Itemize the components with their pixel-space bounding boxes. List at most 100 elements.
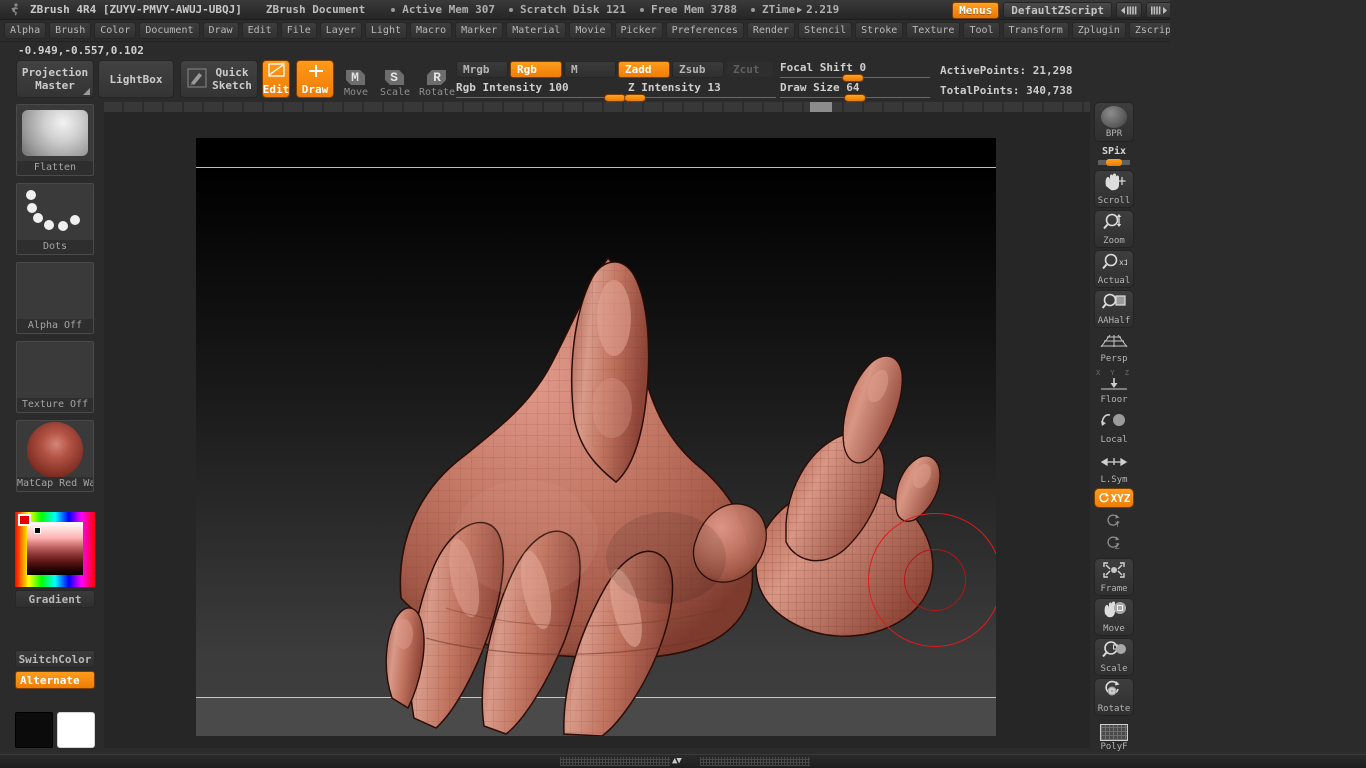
z-intensity-knob[interactable] bbox=[624, 94, 646, 102]
zadd-toggle[interactable]: Zadd bbox=[618, 61, 670, 78]
menu-item-macro[interactable]: Macro bbox=[410, 22, 453, 39]
rgb-toggle[interactable]: Rgb bbox=[510, 61, 562, 78]
alternate-button[interactable]: Alternate bbox=[15, 671, 95, 689]
zoom-button[interactable]: Zoom bbox=[1094, 210, 1134, 248]
xyz-label: XYZ bbox=[1110, 491, 1131, 505]
lightbox-button[interactable]: LightBox bbox=[98, 60, 174, 98]
projection-master-label-1: Projection bbox=[21, 66, 89, 79]
menu-item-document[interactable]: Document bbox=[139, 22, 200, 39]
scale-gizmo-button[interactable]: Scale bbox=[1094, 638, 1134, 676]
svg-text:x1: x1 bbox=[1119, 259, 1127, 268]
zsub-toggle[interactable]: Zsub bbox=[672, 61, 724, 78]
persp-button[interactable]: Persp bbox=[1094, 330, 1134, 366]
menu-item-render[interactable]: Render bbox=[746, 22, 795, 39]
texture-label: Texture Off bbox=[17, 398, 93, 412]
spix-slider[interactable] bbox=[1098, 159, 1130, 166]
material-swatch[interactable]: MatCap Red Wa bbox=[16, 420, 94, 492]
move-gizmo-button[interactable]: Move bbox=[1094, 598, 1134, 636]
color-picker[interactable] bbox=[15, 512, 95, 587]
move-icon: M bbox=[343, 67, 369, 87]
menu-item-draw[interactable]: Draw bbox=[202, 22, 239, 39]
z-intensity-slider[interactable]: Z Intensity 13 bbox=[624, 81, 776, 102]
floor-button[interactable]: X Y Z Floor bbox=[1094, 368, 1134, 406]
menu-item-texture[interactable]: Texture bbox=[906, 22, 961, 39]
m-toggle[interactable]: M bbox=[564, 61, 616, 78]
menu-item-transform[interactable]: Transform bbox=[1002, 22, 1069, 39]
menu-item-marker[interactable]: Marker bbox=[455, 22, 504, 39]
draw-size-slider[interactable]: Draw Size 64 bbox=[780, 81, 930, 102]
draw-button[interactable]: Draw bbox=[296, 60, 334, 98]
zcut-toggle[interactable]: Zcut bbox=[726, 61, 774, 78]
scroll-left-icon[interactable] bbox=[1116, 2, 1142, 18]
primary-color-swatch[interactable] bbox=[57, 712, 95, 748]
quick-sketch-label-1: Quick bbox=[215, 66, 249, 79]
gradient-button[interactable]: Gradient bbox=[15, 590, 95, 608]
scroll-right-icon[interactable] bbox=[1146, 2, 1172, 18]
rotate-mode-button[interactable]: R Rotate bbox=[416, 62, 458, 98]
bottom-resize-arrows-icon[interactable]: ▲▼ bbox=[672, 756, 682, 766]
bottom-grip-left[interactable] bbox=[560, 757, 670, 766]
rgb-intensity-slider[interactable]: Rgb Intensity 100 bbox=[456, 81, 626, 102]
rgb-intensity-track bbox=[456, 97, 616, 98]
polyf-button[interactable]: PolyF bbox=[1094, 720, 1134, 756]
texture-swatch[interactable]: Texture Off bbox=[16, 341, 94, 413]
brush-swatch[interactable]: Flatten bbox=[16, 104, 94, 176]
menu-item-preferences[interactable]: Preferences bbox=[665, 22, 744, 39]
alpha-swatch[interactable]: Alpha Off bbox=[16, 262, 94, 334]
menu-item-color[interactable]: Color bbox=[94, 22, 137, 39]
rotate-y-button[interactable]: Y bbox=[1094, 510, 1134, 532]
svg-text:Z: Z bbox=[1115, 543, 1120, 551]
stroke-swatch[interactable]: Dots bbox=[16, 183, 94, 255]
menus-button[interactable]: Menus bbox=[952, 1, 1000, 19]
xyz-symmetry-button[interactable]: XYZ bbox=[1094, 488, 1134, 508]
rotate-gizmo-label: Rotate bbox=[1097, 704, 1131, 714]
bpr-button[interactable]: BPR bbox=[1094, 102, 1134, 142]
lsym-label: L.Sym bbox=[1100, 475, 1128, 485]
aahalf-button[interactable]: AAHalf bbox=[1094, 290, 1134, 328]
document-scroll-thumb[interactable] bbox=[810, 102, 832, 112]
secondary-color-swatch[interactable] bbox=[15, 712, 53, 748]
quick-sketch-button[interactable]: Quick Sketch bbox=[180, 60, 258, 98]
scale-mode-button[interactable]: S Scale bbox=[377, 62, 413, 98]
right-panel: Clone Make PolyMesh3D Clone All SubTools… bbox=[1170, 0, 1366, 768]
menu-item-tool[interactable]: Tool bbox=[963, 22, 1000, 39]
menu-item-material[interactable]: Material bbox=[506, 22, 567, 39]
menu-item-picker[interactable]: Picker bbox=[614, 22, 663, 39]
switch-color-button[interactable]: SwitchColor bbox=[15, 650, 95, 668]
rgb-intensity-knob[interactable] bbox=[604, 94, 626, 102]
menu-item-movie[interactable]: Movie bbox=[569, 22, 612, 39]
projection-master-button[interactable]: Projection Master bbox=[16, 60, 94, 98]
menu-item-brush[interactable]: Brush bbox=[49, 22, 92, 39]
focal-shift-slider[interactable]: Focal Shift 0 bbox=[780, 61, 930, 82]
menu-item-edit[interactable]: Edit bbox=[241, 22, 278, 39]
menu-item-stroke[interactable]: Stroke bbox=[855, 22, 904, 39]
bottom-grip-right[interactable] bbox=[700, 757, 810, 766]
document-scroll-strip[interactable] bbox=[104, 102, 1090, 112]
menu-item-zplugin[interactable]: Zplugin bbox=[1071, 22, 1126, 39]
projection-master-label-2: Master bbox=[35, 79, 75, 92]
lsym-button[interactable]: L.Sym bbox=[1094, 455, 1134, 487]
move-mode-button[interactable]: M Move bbox=[338, 62, 374, 98]
top-toolbar: Projection Master LightBox Quick Sketch … bbox=[0, 58, 1090, 102]
menu-item-light[interactable]: Light bbox=[364, 22, 407, 39]
mrgb-toggle[interactable]: Mrgb bbox=[456, 61, 508, 78]
menu-item-layer[interactable]: Layer bbox=[319, 22, 362, 39]
pencil-icon bbox=[186, 67, 208, 92]
spix-slider-knob[interactable] bbox=[1106, 159, 1122, 166]
scroll-button[interactable]: Scroll bbox=[1094, 170, 1134, 208]
menu-item-stencil[interactable]: Stencil bbox=[798, 22, 853, 39]
canvas-viewport[interactable] bbox=[196, 138, 996, 736]
rotate-z-button[interactable]: Z bbox=[1094, 532, 1134, 554]
frame-button[interactable]: Frame bbox=[1094, 558, 1134, 596]
scale-magnifier-icon bbox=[1101, 640, 1127, 663]
rotate-gizmo-button[interactable]: Rotate bbox=[1094, 678, 1134, 716]
brush-label: Flatten bbox=[17, 161, 93, 175]
zscript-button[interactable]: DefaultZScript bbox=[1003, 2, 1112, 18]
draw-size-knob[interactable] bbox=[844, 94, 866, 102]
actual-button[interactable]: x1 Actual bbox=[1094, 250, 1134, 288]
brush-sphere-icon bbox=[22, 110, 88, 156]
menu-item-alpha[interactable]: Alpha bbox=[4, 22, 47, 39]
menu-item-file[interactable]: File bbox=[280, 22, 317, 39]
local-button[interactable]: Local bbox=[1094, 410, 1134, 446]
edit-button[interactable]: Edit bbox=[262, 60, 290, 98]
